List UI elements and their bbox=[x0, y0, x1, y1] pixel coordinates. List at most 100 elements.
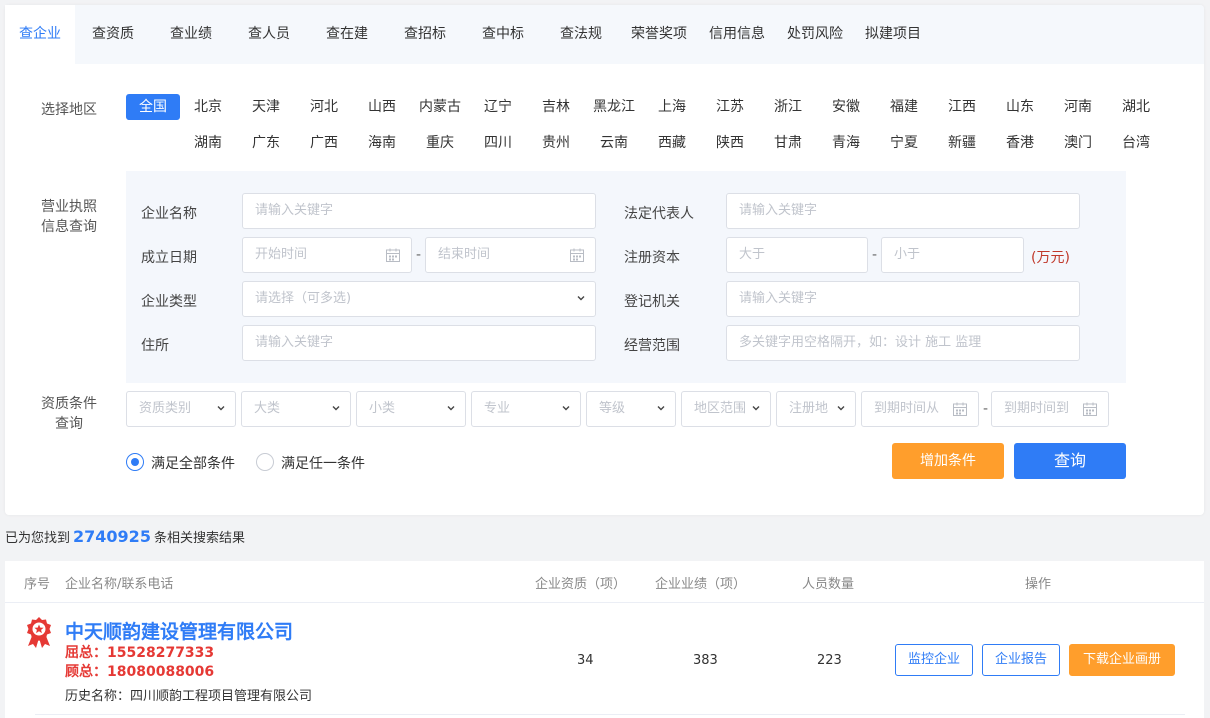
founded-date-label: 成立日期 bbox=[141, 250, 197, 266]
tab-honors[interactable]: 荣誉奖项 bbox=[631, 5, 687, 64]
staff-count: 223 bbox=[817, 653, 842, 668]
select-placeholder: 大类 bbox=[254, 401, 281, 416]
region-option[interactable]: 贵州 bbox=[529, 130, 583, 156]
tab-tender[interactable]: 查招标 bbox=[404, 5, 446, 64]
tab-company[interactable]: 查企业 bbox=[5, 5, 75, 64]
license-section-label-2: 信息查询 bbox=[41, 219, 97, 235]
region-option[interactable]: 河北 bbox=[297, 94, 351, 120]
region-option[interactable]: 天津 bbox=[239, 94, 293, 120]
tab-qualification[interactable]: 查资质 bbox=[92, 5, 134, 64]
region-option[interactable]: 山东 bbox=[993, 94, 1047, 120]
header-index: 序号 bbox=[24, 577, 51, 592]
region-option[interactable]: 西藏 bbox=[645, 130, 699, 156]
expire-from-input[interactable]: 到期时间从 bbox=[861, 391, 979, 427]
tab-credit[interactable]: 信用信息 bbox=[709, 5, 765, 64]
region-scope-select[interactable]: 地区范围 bbox=[681, 391, 771, 427]
region-option[interactable]: 新疆 bbox=[935, 130, 989, 156]
select-placeholder: 小类 bbox=[369, 401, 396, 416]
registered-place-select[interactable]: 注册地 bbox=[776, 391, 856, 427]
region-option[interactable]: 江西 bbox=[935, 94, 989, 120]
region-option[interactable]: 青海 bbox=[819, 130, 873, 156]
region-option[interactable]: 吉林 bbox=[529, 94, 583, 120]
chevron-down-icon bbox=[217, 406, 225, 411]
select-placeholder: 地区范围 bbox=[694, 401, 747, 416]
region-option[interactable]: 云南 bbox=[587, 130, 641, 156]
business-scope-label: 经营范围 bbox=[624, 338, 680, 354]
tab-planned-projects[interactable]: 拟建项目 bbox=[865, 5, 921, 64]
region-option[interactable]: 上海 bbox=[645, 94, 699, 120]
company-name-label: 企业名称 bbox=[141, 206, 197, 222]
company-report-button[interactable]: 企业报告 bbox=[982, 644, 1060, 676]
qualification-count: 34 bbox=[577, 653, 594, 668]
region-option[interactable]: 全国 bbox=[126, 94, 180, 120]
region-option[interactable]: 河南 bbox=[1051, 94, 1105, 120]
radio-match-any[interactable] bbox=[256, 453, 274, 471]
region-option[interactable]: 广东 bbox=[239, 130, 293, 156]
region-option[interactable]: 陕西 bbox=[703, 130, 757, 156]
region-option[interactable]: 海南 bbox=[355, 130, 409, 156]
capital-min-input[interactable]: 大于 bbox=[726, 237, 868, 273]
legal-rep-input[interactable]: 请输入关键字 bbox=[726, 193, 1080, 229]
region-option[interactable]: 澳门 bbox=[1051, 130, 1105, 156]
region-option[interactable]: 北京 bbox=[181, 94, 235, 120]
search-button[interactable]: 查询 bbox=[1014, 443, 1126, 479]
tab-winning-bid[interactable]: 查中标 bbox=[482, 5, 524, 64]
region-option[interactable]: 四川 bbox=[471, 130, 525, 156]
search-card: 查企业 查资质 查业绩 查人员 查在建 查招标 查中标 查法规 荣誉奖项 信用信… bbox=[5, 5, 1204, 515]
download-brochure-button[interactable]: 下载企业画册 bbox=[1069, 644, 1175, 676]
end-date-input[interactable]: 结束时间 bbox=[425, 237, 596, 273]
grade-select[interactable]: 等级 bbox=[586, 391, 676, 427]
license-form: 企业名称 请输入关键字 法定代表人 请输入关键字 成立日期 开始时间 - 结束时… bbox=[126, 171, 1126, 383]
region-option[interactable]: 江苏 bbox=[703, 94, 757, 120]
business-scope-input[interactable]: 多关键字用空格隔开，如：设计 施工 监理 bbox=[726, 325, 1080, 361]
add-condition-button[interactable]: 增加条件 bbox=[892, 443, 1004, 479]
tab-performance[interactable]: 查业绩 bbox=[170, 5, 212, 64]
qualification-category-select[interactable]: 资质类别 bbox=[126, 391, 236, 427]
qualification-section-label-1: 资质条件 bbox=[41, 396, 97, 412]
region-option[interactable]: 甘肃 bbox=[761, 130, 815, 156]
license-section-label-1: 营业执照 bbox=[41, 199, 97, 215]
calendar-icon bbox=[570, 248, 584, 262]
tab-regulations[interactable]: 查法规 bbox=[560, 5, 602, 64]
region-option[interactable]: 浙江 bbox=[761, 94, 815, 120]
region-option[interactable]: 广西 bbox=[297, 130, 351, 156]
qualification-section-label-2: 查询 bbox=[55, 416, 83, 432]
chevron-down-icon bbox=[447, 406, 455, 411]
specialty-select[interactable]: 专业 bbox=[471, 391, 581, 427]
performance-count: 383 bbox=[693, 653, 718, 668]
company-type-select[interactable]: 请选择（可多选) bbox=[242, 281, 596, 317]
legal-rep-label: 法定代表人 bbox=[624, 206, 694, 222]
region-option[interactable]: 湖南 bbox=[181, 130, 235, 156]
company-name-input[interactable]: 请输入关键字 bbox=[242, 193, 596, 229]
expire-to-input[interactable]: 到期时间到 bbox=[991, 391, 1109, 427]
address-input[interactable]: 请输入关键字 bbox=[242, 325, 596, 361]
region-option[interactable]: 福建 bbox=[877, 94, 931, 120]
region-option[interactable]: 湖北 bbox=[1109, 94, 1163, 120]
chevron-down-icon bbox=[332, 406, 340, 411]
region-option[interactable]: 重庆 bbox=[413, 130, 467, 156]
capital-max-input[interactable]: 小于 bbox=[881, 237, 1024, 273]
header-company-name: 企业名称/联系电话 bbox=[65, 577, 174, 592]
radio-match-all[interactable] bbox=[126, 453, 144, 471]
region-option[interactable]: 宁夏 bbox=[877, 130, 931, 156]
tab-penalty[interactable]: 处罚风险 bbox=[787, 5, 843, 64]
tab-bar: 查企业 查资质 查业绩 查人员 查在建 查招标 查中标 查法规 荣誉奖项 信用信… bbox=[5, 5, 1204, 64]
region-option[interactable]: 台湾 bbox=[1109, 130, 1163, 156]
region-option[interactable]: 内蒙古 bbox=[413, 94, 467, 120]
company-name-link[interactable]: 中天顺韵建设管理有限公司 bbox=[65, 617, 293, 644]
start-date-input[interactable]: 开始时间 bbox=[242, 237, 412, 273]
tab-in-construction[interactable]: 查在建 bbox=[326, 5, 368, 64]
authority-input[interactable]: 请输入关键字 bbox=[726, 281, 1080, 317]
monitor-company-button[interactable]: 监控企业 bbox=[895, 644, 973, 676]
region-option[interactable]: 香港 bbox=[993, 130, 1047, 156]
results-summary: 已为您找到 2740925 条相关搜索结果 bbox=[5, 527, 245, 546]
radio-match-any-label: 满足任一条件 bbox=[281, 456, 365, 472]
header-operations: 操作 bbox=[1025, 577, 1052, 592]
region-option[interactable]: 黑龙江 bbox=[587, 94, 641, 120]
major-category-select[interactable]: 大类 bbox=[241, 391, 351, 427]
region-option[interactable]: 安徽 bbox=[819, 94, 873, 120]
region-option[interactable]: 山西 bbox=[355, 94, 409, 120]
tab-personnel[interactable]: 查人员 bbox=[248, 5, 290, 64]
minor-category-select[interactable]: 小类 bbox=[356, 391, 466, 427]
region-option[interactable]: 辽宁 bbox=[471, 94, 525, 120]
